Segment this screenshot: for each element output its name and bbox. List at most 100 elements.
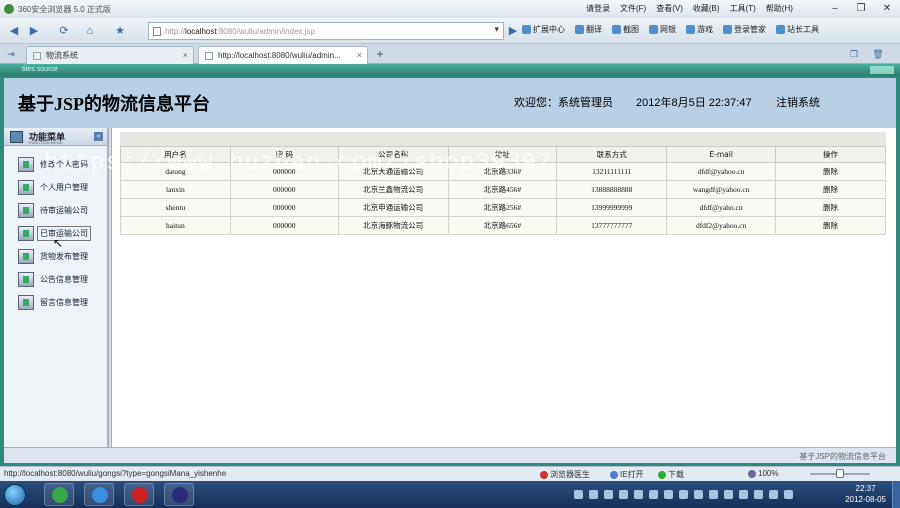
menu-item-icon <box>18 180 34 195</box>
cell-password: 000000 <box>229 198 339 217</box>
tray-icon[interactable] <box>619 490 628 499</box>
tool-games[interactable]: 游戏 <box>686 24 713 35</box>
taskbar-eclipse[interactable] <box>164 483 194 506</box>
restore-icon[interactable]: ❐ <box>852 2 870 15</box>
tray-icon[interactable] <box>589 490 598 499</box>
sidebar-item-user-management[interactable]: 个人用户管理 <box>18 179 88 196</box>
tray-icon[interactable] <box>664 490 673 499</box>
delete-link[interactable]: 删除 <box>775 180 886 199</box>
home-icon[interactable]: ⌂ <box>82 22 98 40</box>
browser-doctor-button[interactable]: 浏览器医生 <box>540 469 590 480</box>
back-icon[interactable]: ◀ <box>6 22 22 40</box>
tab-label: 物流系统 <box>46 51 78 60</box>
app-icon <box>132 487 148 503</box>
favorite-star-icon[interactable]: ★ <box>112 22 128 40</box>
tray-icon[interactable] <box>694 490 703 499</box>
tool-login-manager[interactable]: 登录管家 <box>723 24 766 35</box>
page-icon <box>33 51 41 60</box>
taskbar-clock[interactable]: 22:37 2012-08-05 <box>845 483 886 505</box>
close-icon[interactable]: × <box>183 50 188 60</box>
sidebar-item-messages[interactable]: 留言信息管理 <box>18 294 88 311</box>
address-bar[interactable]: http://localhost:8080/wuliu/admin/index.… <box>148 22 504 40</box>
browser-app-name: 360安全浏览器 5.0 正式版 <box>18 4 111 14</box>
forward-icon[interactable]: ▶ <box>26 22 42 40</box>
show-desktop-button[interactable] <box>892 481 900 508</box>
window-controls[interactable] <box>870 66 894 74</box>
tray-icon[interactable] <box>679 490 688 499</box>
tab-logistics-system[interactable]: 物流系统 × <box>26 46 194 64</box>
tool-translate[interactable]: 翻译 <box>575 24 602 35</box>
tray-icon[interactable] <box>649 490 658 499</box>
volume-icon[interactable] <box>784 490 793 499</box>
sidebar-item-announcements[interactable]: 公告信息管理 <box>18 271 88 288</box>
collapse-icon[interactable]: « <box>94 132 103 141</box>
close-icon[interactable]: × <box>357 50 362 60</box>
sidebar-item-pending-companies[interactable]: 待审运输公司 <box>18 202 88 219</box>
clock-date: 2012-08-05 <box>845 495 886 504</box>
taskbar-ie[interactable] <box>84 483 114 506</box>
chevron-down-icon[interactable]: ▾ <box>494 24 499 35</box>
sidebar-item-cargo-publishing[interactable]: 货物发布管理 <box>18 248 88 265</box>
refresh-icon[interactable]: ⟳ <box>56 22 72 40</box>
tray-icon[interactable] <box>574 490 583 499</box>
new-tab-icon[interactable]: + <box>372 47 388 62</box>
close-icon[interactable]: ✕ <box>878 2 896 15</box>
tray-icon[interactable] <box>709 490 718 499</box>
taskbar-360-browser[interactable] <box>44 483 74 506</box>
tray-icon[interactable] <box>604 490 613 499</box>
app-caption-bar: tites source <box>0 64 900 76</box>
account-login-link[interactable]: 请登录 <box>586 3 610 14</box>
tray-icon[interactable] <box>634 490 643 499</box>
tray-icon[interactable] <box>739 490 748 499</box>
minimize-icon[interactable]: – <box>826 2 844 15</box>
delete-link[interactable]: 删除 <box>775 198 886 217</box>
zoom-level[interactable]: 100% <box>748 469 778 478</box>
sidebar-item-label: 公告信息管理 <box>40 275 88 284</box>
tool-screenshot[interactable]: 截图 <box>612 24 639 35</box>
menu-item-icon <box>18 157 34 172</box>
browser-360-icon <box>52 487 68 503</box>
column-header: 操作 <box>775 146 886 163</box>
menu-help[interactable]: 帮助(H) <box>766 3 793 14</box>
logout-link[interactable]: 注销系统 <box>776 94 820 110</box>
page-icon <box>153 26 161 36</box>
cell-company: 北京海豚物流公司 <box>337 216 449 235</box>
trash-icon[interactable]: 🗑 <box>872 45 884 63</box>
browser-title-bar: 360安全浏览器 5.0 正式版 请登录 文件(F) 查看(V) 收藏(B) 工… <box>0 0 900 18</box>
delete-link[interactable]: 删除 <box>775 216 886 235</box>
tool-webmaster[interactable]: 站长工具 <box>776 24 819 35</box>
sidebar-toggle-icon[interactable]: ⇥ <box>6 45 16 63</box>
menu-item-icon <box>18 272 34 287</box>
browser-logo-icon <box>4 4 14 14</box>
app-window: tites source 基于JSP的物流信息平台 欢迎您：系统管理员 2012… <box>0 64 900 466</box>
table-row: lanxin 000000 北京兰鑫物流公司 北京路456# 138888888… <box>120 180 886 199</box>
delete-link[interactable]: 删除 <box>775 162 886 181</box>
taskbar-app-red[interactable] <box>124 483 154 506</box>
ie-open-button[interactable]: IE打开 <box>610 469 644 480</box>
tray-icon[interactable] <box>754 490 763 499</box>
download-button[interactable]: 下载 <box>658 469 684 480</box>
extension-icon <box>522 25 531 34</box>
footer-text: 基于JSP的物流信息平台 <box>799 452 886 461</box>
tray-icon[interactable] <box>769 490 778 499</box>
column-header: E-mail <box>666 146 777 163</box>
grid-toolbar <box>120 132 886 146</box>
menu-file[interactable]: 文件(F) <box>620 3 646 14</box>
menu-tools[interactable]: 工具(T) <box>730 3 756 14</box>
eclipse-icon <box>172 487 188 503</box>
tray-icon[interactable] <box>724 490 733 499</box>
menu-view[interactable]: 查看(V) <box>656 3 683 14</box>
tool-extensions[interactable]: 扩展中心 <box>522 24 565 35</box>
tab-admin[interactable]: http://localhost:8080/wuliu/admin... × <box>198 46 368 64</box>
tool-banking[interactable]: 网银 <box>649 24 676 35</box>
start-button[interactable] <box>4 484 26 506</box>
cell-email: dfdf2@yahoo.cn <box>666 216 777 235</box>
browser-tab-strip: ⇥ 物流系统 × http://localhost:8080/wuliu/adm… <box>0 44 900 64</box>
go-icon[interactable]: ▶ <box>507 22 519 40</box>
cell-username: haitun <box>120 216 231 235</box>
window-tile-icon[interactable]: ❐ <box>848 45 860 63</box>
zoom-slider-thumb[interactable] <box>836 469 844 478</box>
menu-favorites[interactable]: 收藏(B) <box>693 3 720 14</box>
cell-password: 000000 <box>229 216 339 235</box>
watermark-text: https://www.huzhan.com/ishop39397 <box>44 150 553 177</box>
